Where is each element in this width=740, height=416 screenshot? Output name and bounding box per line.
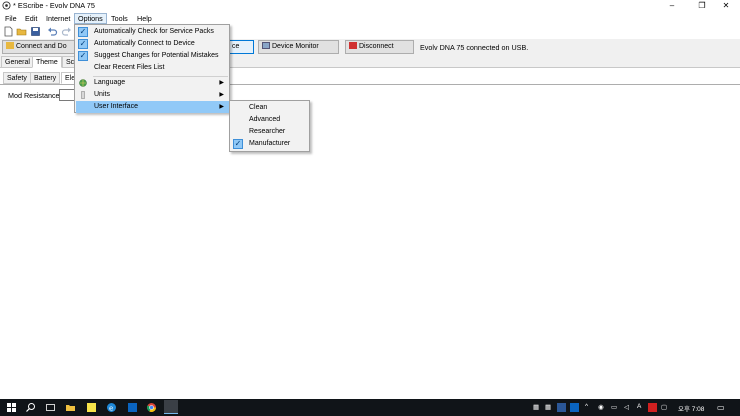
menu-help[interactable]: Help — [134, 13, 155, 24]
globe-icon — [79, 79, 87, 87]
close-button[interactable]: ✕ — [712, 0, 740, 12]
title-bar: * EScribe - Evolv DNA 75 – ❐ ✕ — [0, 0, 740, 12]
chat-icon[interactable]: ▢ — [661, 403, 667, 411]
monitor-icon — [262, 42, 270, 49]
volume-icon[interactable]: ◁ — [624, 403, 629, 411]
menu-language[interactable]: Language ▶ — [76, 77, 229, 89]
tab-theme[interactable]: Theme — [32, 56, 62, 68]
edge-icon[interactable]: e — [106, 402, 117, 413]
menu-file[interactable]: File — [2, 13, 20, 24]
ui-manufacturer[interactable]: ✓ Manufacturer — [231, 138, 309, 150]
outlook-icon[interactable] — [127, 402, 138, 413]
tab-safety[interactable]: Safety — [3, 72, 31, 84]
tray-apps-icon[interactable]: ▦ — [533, 403, 539, 411]
word-tray-icon[interactable] — [557, 403, 566, 412]
menu-edit[interactable]: Edit — [22, 13, 40, 24]
open-folder-icon[interactable] — [16, 26, 27, 37]
mod-resistance-label: Mod Resistance: — [8, 91, 62, 100]
checkmark-icon: ✓ — [233, 139, 243, 149]
escribe-taskbar-icon[interactable] — [164, 400, 178, 414]
disconnect-icon — [349, 42, 357, 49]
network-icon[interactable]: ▭ — [611, 403, 617, 411]
chrome-icon[interactable] — [146, 402, 157, 413]
connection-status: Evolv DNA 75 connected on USB. — [420, 43, 529, 52]
options-menu: ✓ Automatically Check for Service Packs … — [74, 24, 230, 113]
submenu-arrow-icon: ▶ — [219, 104, 224, 110]
device-monitor-button[interactable]: Device Monitor — [258, 40, 339, 54]
ui-clean[interactable]: Clean — [231, 102, 309, 114]
ui-researcher[interactable]: Researcher — [231, 126, 309, 138]
checkmark-icon: ✓ — [78, 51, 88, 61]
app-icon — [2, 1, 11, 10]
undo-icon[interactable] — [47, 26, 58, 37]
tab-general[interactable]: General — [1, 56, 34, 68]
menu-units[interactable]: Units ▶ — [76, 89, 229, 101]
menu-internet[interactable]: Internet — [43, 13, 73, 24]
chevron-up-icon[interactable]: ^ — [585, 403, 588, 410]
submenu-arrow-icon: ▶ — [219, 92, 224, 98]
ui-advanced[interactable]: Advanced — [231, 114, 309, 126]
camera-icon[interactable]: ◉ — [598, 403, 604, 411]
start-icon[interactable] — [6, 402, 17, 413]
save-icon[interactable] — [30, 26, 41, 37]
notification-icon[interactable]: ▭ — [717, 403, 725, 412]
taskbar: e ▦ ▦ ^ ◉ ▭ ◁ A ▢ 오후 7:08 ▭ — [0, 399, 740, 416]
connect-button[interactable]: Connect and Do — [2, 40, 76, 54]
svg-text:e: e — [109, 404, 113, 412]
file-explorer-icon[interactable] — [65, 402, 76, 413]
menu-connect-device[interactable]: ✓ Automatically Connect to Device — [76, 38, 229, 50]
antivirus-tray-icon[interactable] — [648, 403, 657, 412]
outlook-tray-icon[interactable] — [570, 403, 579, 412]
minimize-button[interactable]: – — [658, 0, 686, 12]
user-interface-submenu: Clean Advanced Researcher ✓ Manufacturer — [229, 100, 310, 152]
tab-battery[interactable]: Battery — [30, 72, 61, 84]
ime-indicator[interactable]: A — [637, 403, 641, 410]
menu-user-interface[interactable]: User Interface ▶ — [76, 101, 229, 113]
submenu-arrow-icon: ▶ — [219, 80, 224, 86]
new-file-icon[interactable] — [3, 26, 14, 37]
search-icon[interactable] — [25, 402, 36, 413]
task-view-icon[interactable] — [45, 402, 56, 413]
window-title: * EScribe - Evolv DNA 75 — [13, 1, 95, 10]
clock[interactable]: 오후 7:08 — [678, 403, 704, 413]
sticky-notes-icon[interactable] — [86, 402, 97, 413]
menu-tools[interactable]: Tools — [108, 13, 131, 24]
ruler-icon — [81, 91, 85, 99]
connect-icon — [6, 42, 14, 49]
menu-clear-recent[interactable]: Clear Recent Files List — [76, 62, 229, 74]
tray-grid-icon[interactable]: ▦ — [545, 403, 551, 411]
checkmark-icon: ✓ — [78, 27, 88, 37]
redo-icon[interactable] — [61, 26, 72, 37]
menu-suggest-changes[interactable]: ✓ Suggest Changes for Potential Mistakes — [76, 50, 229, 62]
menu-check-service-packs[interactable]: ✓ Automatically Check for Service Packs — [76, 26, 229, 38]
checkmark-icon: ✓ — [78, 39, 88, 49]
disconnect-button[interactable]: Disconnect — [345, 40, 414, 54]
menu-options[interactable]: Options — [74, 13, 107, 24]
device-button[interactable]: ce — [228, 40, 254, 54]
